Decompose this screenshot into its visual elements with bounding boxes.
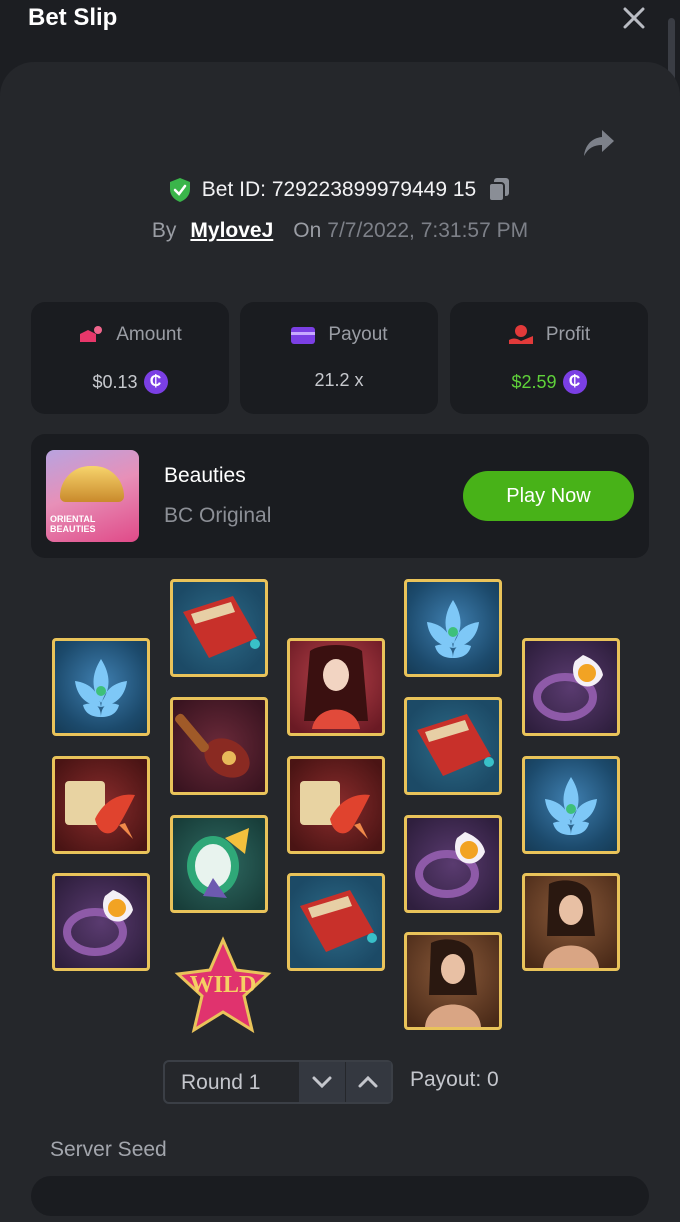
verified-shield-icon — [169, 178, 190, 202]
jeweled-ring-symbol — [522, 638, 620, 736]
chevron-down-icon — [312, 1076, 332, 1089]
jeweled-ring-symbol — [52, 873, 150, 971]
lotus-symbol — [404, 579, 502, 677]
profit-card: Profit $2.59 ₵ — [450, 302, 648, 414]
payout-label: Payout — [328, 324, 388, 345]
server-seed-label: Server Seed — [50, 1138, 167, 1161]
coin-icon: ₵ — [143, 370, 168, 394]
amount-label: Amount — [116, 324, 182, 345]
game-card: ORIENTAL BEAUTIES Beauties BC Original P… — [31, 434, 649, 558]
hand-fan-symbol — [170, 815, 268, 913]
round-selector[interactable]: Round 1 — [163, 1060, 393, 1104]
game-thumbnail[interactable]: ORIENTAL BEAUTIES — [46, 450, 139, 542]
bet-id: Bet ID: 729223899979449 15 — [201, 178, 477, 201]
bet-meta-row: By MyloveJ On 7/7/2022, 7:31:57 PM — [0, 214, 680, 248]
page-title: Bet Slip — [28, 4, 118, 31]
bet-datetime: 7/7/2022, 7:31:57 PM — [327, 219, 529, 242]
copy-icon[interactable] — [486, 176, 512, 204]
profit-value: $2.59 — [511, 371, 557, 392]
round-payout: Payout: 0 — [410, 1068, 499, 1091]
server-seed-field[interactable] — [31, 1176, 649, 1216]
on-label: On — [293, 219, 322, 242]
amount-icon — [80, 326, 103, 342]
lady-portrait-symbol — [404, 932, 502, 1030]
profit-label: Profit — [545, 324, 591, 345]
username-link[interactable]: MyloveJ — [190, 219, 273, 243]
share-icon[interactable] — [582, 128, 616, 158]
red-lady-symbol — [287, 638, 385, 736]
game-provider: BC Original — [164, 504, 272, 527]
wild-symbol: WILD — [174, 936, 272, 1034]
bet-slip-header: Bet Slip — [0, 0, 680, 50]
close-icon[interactable] — [620, 4, 648, 32]
red-book-symbol — [404, 697, 502, 795]
game-name: Beauties — [164, 464, 246, 487]
round-next-button[interactable] — [346, 1062, 391, 1102]
red-book-symbol — [170, 579, 268, 677]
coin-icon: ₵ — [562, 370, 587, 394]
fish-scroll-symbol — [52, 756, 150, 854]
payout-value: 21.2 x — [314, 370, 364, 390]
red-book-symbol — [287, 873, 385, 971]
round-prev-button[interactable] — [299, 1062, 345, 1102]
amount-card: Amount $0.13 ₵ — [31, 302, 229, 414]
fish-scroll-symbol — [287, 756, 385, 854]
amount-value: $0.13 — [92, 371, 138, 392]
lotus-symbol — [522, 756, 620, 854]
round-label: Round 1 — [181, 1071, 261, 1094]
bet-id-row: Bet ID: 729223899979449 15 — [0, 172, 680, 208]
play-now-button[interactable]: Play Now — [463, 471, 634, 521]
payout-icon — [291, 327, 316, 344]
by-label: By — [151, 219, 177, 242]
thumbnail-text: ORIENTAL BEAUTIES — [50, 514, 96, 534]
wild-label: WILD — [190, 972, 257, 998]
payout-card: Payout 21.2 x — [240, 302, 438, 414]
lotus-symbol — [52, 638, 150, 736]
chevron-up-icon — [358, 1075, 378, 1088]
profit-icon — [508, 325, 533, 344]
lady-portrait-symbol — [522, 873, 620, 971]
fan-graphic — [60, 466, 124, 502]
pipa-lute-symbol — [170, 697, 268, 795]
jeweled-ring-symbol — [404, 815, 502, 913]
